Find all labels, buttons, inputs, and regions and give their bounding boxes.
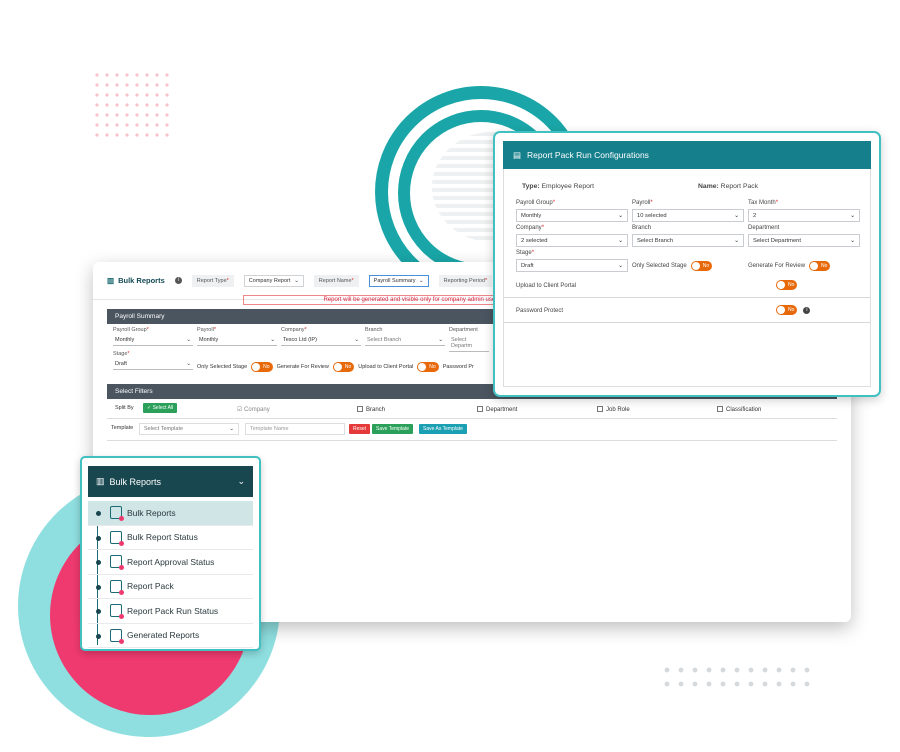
company-label: Company* bbox=[516, 225, 545, 231]
stage-label: Stage* bbox=[516, 250, 535, 256]
upload-client-portal-label: Upload to Client Portal bbox=[516, 283, 577, 289]
upload-client-portal-toggle[interactable]: No bbox=[776, 280, 798, 291]
dialog-header: ▤ Report Pack Run Configurations bbox=[503, 141, 871, 169]
generate-for-review-row: Generate For Review No bbox=[748, 261, 831, 271]
decorative-dots-gray bbox=[660, 663, 810, 689]
info-icon[interactable]: i bbox=[174, 277, 182, 284]
branch-field[interactable]: Branch Select Branch ⌄ bbox=[365, 327, 445, 346]
sidebar-item-bulk-reports[interactable]: Bulk Reports bbox=[88, 501, 253, 526]
generated-report-icon bbox=[110, 628, 124, 644]
only-selected-stage-label: Only Selected Stage bbox=[197, 364, 248, 370]
payroll-group-field[interactable]: Payroll Group* Monthly ⌄ bbox=[113, 327, 193, 346]
sidebar-item-generated-reports[interactable]: Generated Reports bbox=[88, 624, 253, 648]
run-status-icon bbox=[110, 604, 124, 620]
checkbox-branch[interactable]: Branch bbox=[357, 406, 385, 413]
save-template-button[interactable]: Save Template bbox=[372, 424, 413, 434]
password-protect-label: Password Pr bbox=[442, 364, 474, 370]
split-by-label: Split By bbox=[115, 405, 134, 411]
save-as-template-button[interactable]: Save As Template bbox=[419, 424, 467, 434]
upload-client-portal-label: Upload to Client Portal bbox=[358, 364, 414, 370]
department-select[interactable]: Select Department ⌄ bbox=[748, 234, 860, 247]
sidebar-item-report-pack[interactable]: Report Pack bbox=[88, 575, 253, 599]
sidebar-item-bulk-report-status[interactable]: Bulk Report Status bbox=[88, 526, 253, 550]
only-selected-stage-toggle[interactable]: No bbox=[690, 261, 713, 271]
chart-icon: ▥ bbox=[96, 476, 105, 486]
template-name-input[interactable]: Template Name bbox=[245, 423, 345, 435]
select-all-button[interactable]: ✓ Select All bbox=[143, 403, 178, 413]
only-selected-stage-toggle[interactable]: No bbox=[251, 362, 273, 372]
department-label: Department bbox=[748, 225, 780, 231]
decorative-dots bbox=[92, 70, 172, 140]
template-label: Template bbox=[111, 425, 134, 431]
report-pack-icon bbox=[110, 579, 124, 595]
info-icon[interactable]: i bbox=[803, 306, 811, 314]
password-protect-row: No i bbox=[776, 305, 811, 315]
tax-month-label: Tax Month* bbox=[748, 200, 779, 206]
reporting-period-label: Reporting Period* bbox=[438, 274, 493, 287]
reset-button[interactable]: Reset bbox=[349, 424, 371, 434]
stage-select[interactable]: Draft ⌄ bbox=[516, 259, 628, 272]
sidebar-header[interactable]: ▥ Bulk Reports ⌄ bbox=[88, 466, 253, 497]
report-name-select[interactable]: Payroll Summary ⌄ bbox=[368, 274, 429, 287]
chart-icon: ▥ bbox=[107, 276, 115, 285]
document-icon: ▤ bbox=[513, 149, 522, 160]
tax-month-select[interactable]: 2 ⌄ bbox=[748, 209, 860, 222]
generate-for-review-label: Generate For Review bbox=[276, 364, 329, 370]
password-protect-label: Password Protect bbox=[516, 308, 564, 314]
report-type-label: Report Type* bbox=[191, 274, 234, 287]
payroll-group-label: Payroll Group* bbox=[516, 200, 556, 206]
company-field[interactable]: Company* Tesco Ltd (IP) ⌄ bbox=[281, 327, 361, 346]
generate-for-review-toggle[interactable]: No bbox=[809, 261, 831, 271]
stage-field[interactable]: Stage* Draft ⌄ bbox=[113, 351, 193, 370]
checkbox-department[interactable]: Department bbox=[477, 406, 517, 413]
generate-for-review-toggle[interactable]: No bbox=[332, 362, 355, 372]
branch-label: Branch bbox=[632, 225, 652, 231]
payroll-select[interactable]: 10 selected ⌄ bbox=[632, 209, 744, 222]
chevron-down-icon[interactable]: ⌄ bbox=[237, 476, 245, 487]
department-field[interactable]: Department Select Departm bbox=[449, 327, 489, 352]
report-status-icon bbox=[110, 530, 124, 546]
report-name-label: Report Name* bbox=[313, 274, 359, 287]
checkbox-company[interactable]: ☑ Company bbox=[237, 406, 270, 413]
payroll-label: Payroll* bbox=[632, 200, 653, 206]
payroll-field[interactable]: Payroll* Monthly ⌄ bbox=[197, 327, 277, 346]
upload-client-portal-toggle[interactable]: No bbox=[417, 362, 439, 372]
branch-select[interactable]: Select Branch ⌄ bbox=[632, 234, 744, 247]
report-type-select[interactable]: Company Report ⌄ bbox=[243, 274, 304, 287]
name-info: Name: Report Pack bbox=[698, 183, 759, 190]
page-title: ▥ Bulk Reports bbox=[107, 276, 165, 285]
only-selected-stage-row: Only Selected Stage No bbox=[632, 261, 713, 271]
company-select[interactable]: 2 selected ⌄ bbox=[516, 234, 628, 247]
template-select[interactable]: Select Template ⌄ bbox=[139, 423, 239, 435]
type-info: Type: Employee Report bbox=[522, 183, 595, 190]
approval-icon bbox=[110, 555, 124, 571]
password-protect-toggle[interactable]: No bbox=[776, 305, 798, 315]
sidebar-title: Bulk Reports bbox=[109, 476, 162, 487]
dialog-title: Report Pack Run Configurations bbox=[527, 150, 649, 160]
bulk-reports-sidebar: ▥ Bulk Reports ⌄ Bulk Reports Bulk Repor… bbox=[80, 456, 261, 651]
payroll-group-select[interactable]: Monthly ⌄ bbox=[516, 209, 628, 222]
sidebar-item-report-pack-run-status[interactable]: Report Pack Run Status bbox=[88, 599, 253, 624]
checkbox-job-role[interactable]: Job Role bbox=[597, 406, 630, 413]
report-icon bbox=[110, 506, 124, 522]
checkbox-classification[interactable]: Classification bbox=[717, 406, 761, 413]
sidebar-item-report-approval-status[interactable]: Report Approval Status bbox=[88, 550, 253, 575]
report-pack-run-configurations-dialog: ▤ Report Pack Run Configurations Type: E… bbox=[493, 131, 881, 397]
